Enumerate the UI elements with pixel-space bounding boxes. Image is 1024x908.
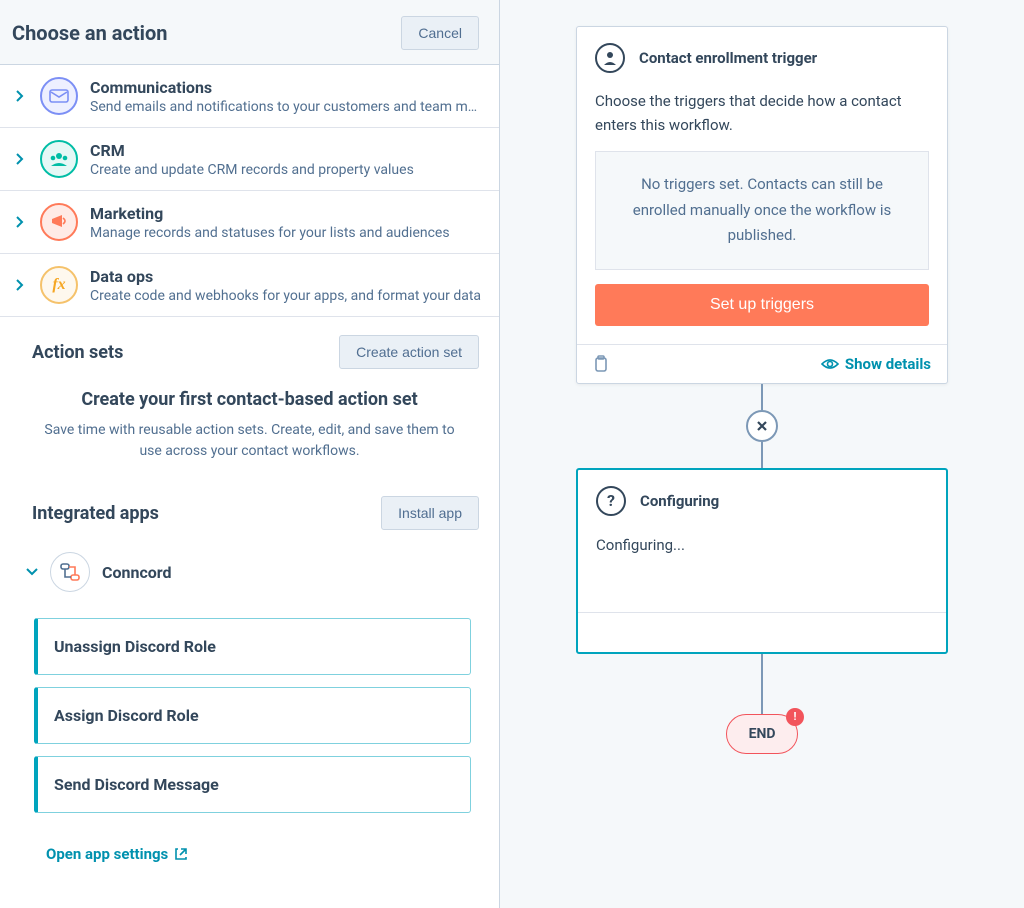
open-app-settings-label: Open app settings bbox=[46, 845, 168, 863]
workflow-canvas: Contact enrollment trigger Choose the tr… bbox=[500, 0, 1024, 908]
category-crm[interactable]: CRM Create and update CRM records and pr… bbox=[0, 128, 499, 191]
panel-title: Choose an action bbox=[12, 21, 167, 45]
connector-line bbox=[761, 442, 763, 468]
action-unassign-discord-role[interactable]: Unassign Discord Role bbox=[34, 618, 471, 675]
card-body: Choose the triggers that decide how a co… bbox=[577, 83, 947, 344]
category-title: Communications bbox=[90, 78, 483, 97]
install-app-button[interactable]: Install app bbox=[381, 496, 479, 530]
empty-desc: Save time with reusable action sets. Cre… bbox=[36, 420, 463, 462]
connector-line bbox=[761, 384, 763, 410]
card-head: ? Configuring bbox=[578, 470, 946, 526]
show-details-label: Show details bbox=[845, 355, 931, 373]
action-sets-empty: Create your first contact-based action s… bbox=[0, 381, 499, 478]
left-panel: Choose an action Cancel Communications S… bbox=[0, 0, 500, 908]
eye-icon bbox=[821, 358, 839, 370]
chevron-right-icon bbox=[16, 279, 28, 291]
category-title: CRM bbox=[90, 141, 483, 160]
chevron-right-icon bbox=[16, 153, 28, 165]
people-icon bbox=[40, 140, 78, 178]
app-actions: Unassign Discord Role Assign Discord Rol… bbox=[0, 602, 499, 835]
category-list: Communications Send emails and notificat… bbox=[0, 65, 499, 317]
contact-icon bbox=[595, 43, 625, 73]
alert-badge-icon: ! bbox=[786, 708, 804, 726]
trigger-empty: No triggers set. Contacts can still be e… bbox=[595, 151, 929, 270]
chevron-right-icon bbox=[16, 216, 28, 228]
configuring-body: Configuring... bbox=[578, 526, 946, 612]
connector-line bbox=[761, 654, 763, 714]
configuring-title: Configuring bbox=[640, 492, 719, 510]
trigger-title: Contact enrollment trigger bbox=[639, 49, 817, 67]
empty-title: Create your first contact-based action s… bbox=[36, 389, 463, 410]
trigger-desc: Choose the triggers that decide how a co… bbox=[595, 89, 929, 137]
category-desc: Send emails and notifications to your cu… bbox=[90, 99, 483, 115]
category-title: Marketing bbox=[90, 204, 483, 223]
chevron-right-icon bbox=[16, 90, 28, 102]
cancel-button[interactable]: Cancel bbox=[401, 16, 479, 50]
category-marketing[interactable]: Marketing Manage records and statuses fo… bbox=[0, 191, 499, 254]
category-communications[interactable]: Communications Send emails and notificat… bbox=[0, 65, 499, 128]
integrated-apps-heading: Integrated apps bbox=[32, 503, 159, 524]
enrollment-trigger-card[interactable]: Contact enrollment trigger Choose the tr… bbox=[576, 26, 948, 384]
category-data-ops[interactable]: fx Data ops Create code and webhooks for… bbox=[0, 254, 499, 317]
question-icon: ? bbox=[596, 486, 626, 516]
card-footer bbox=[578, 612, 946, 652]
conncord-icon bbox=[50, 552, 90, 592]
show-details-link[interactable]: Show details bbox=[821, 355, 931, 373]
card-head: Contact enrollment trigger bbox=[577, 27, 947, 83]
action-sets-head: Action sets Create action set bbox=[0, 317, 499, 381]
app-name: Conncord bbox=[102, 563, 172, 582]
app-conncord[interactable]: Conncord bbox=[0, 542, 499, 602]
chevron-down-icon bbox=[26, 568, 38, 576]
integrated-apps-head: Integrated apps Install app bbox=[0, 478, 499, 542]
category-text: Marketing Manage records and statuses fo… bbox=[90, 204, 483, 241]
megaphone-icon bbox=[40, 203, 78, 241]
fx-icon: fx bbox=[40, 266, 78, 304]
action-send-discord-message[interactable]: Send Discord Message bbox=[34, 756, 471, 813]
create-action-set-button[interactable]: Create action set bbox=[339, 335, 479, 369]
category-desc: Manage records and statuses for your lis… bbox=[90, 225, 483, 241]
end-label: END bbox=[749, 726, 776, 742]
remove-node[interactable] bbox=[746, 410, 778, 442]
category-text: Communications Send emails and notificat… bbox=[90, 78, 483, 115]
chat-mail-icon bbox=[40, 77, 78, 115]
clipboard-icon[interactable] bbox=[593, 355, 609, 373]
category-title: Data ops bbox=[90, 267, 483, 286]
panel-header: Choose an action Cancel bbox=[0, 0, 499, 65]
action-assign-discord-role[interactable]: Assign Discord Role bbox=[34, 687, 471, 744]
category-desc: Create code and webhooks for your apps, … bbox=[90, 288, 483, 304]
end-node[interactable]: END ! bbox=[726, 714, 798, 754]
category-desc: Create and update CRM records and proper… bbox=[90, 162, 483, 178]
category-text: Data ops Create code and webhooks for yo… bbox=[90, 267, 483, 304]
configuring-card[interactable]: ? Configuring Configuring... bbox=[576, 468, 948, 654]
card-footer: Show details bbox=[577, 344, 947, 383]
action-sets-heading: Action sets bbox=[32, 342, 123, 363]
open-app-settings-link[interactable]: Open app settings bbox=[0, 835, 208, 883]
external-link-icon bbox=[174, 847, 188, 861]
category-text: CRM Create and update CRM records and pr… bbox=[90, 141, 483, 178]
setup-triggers-button[interactable]: Set up triggers bbox=[595, 284, 929, 326]
